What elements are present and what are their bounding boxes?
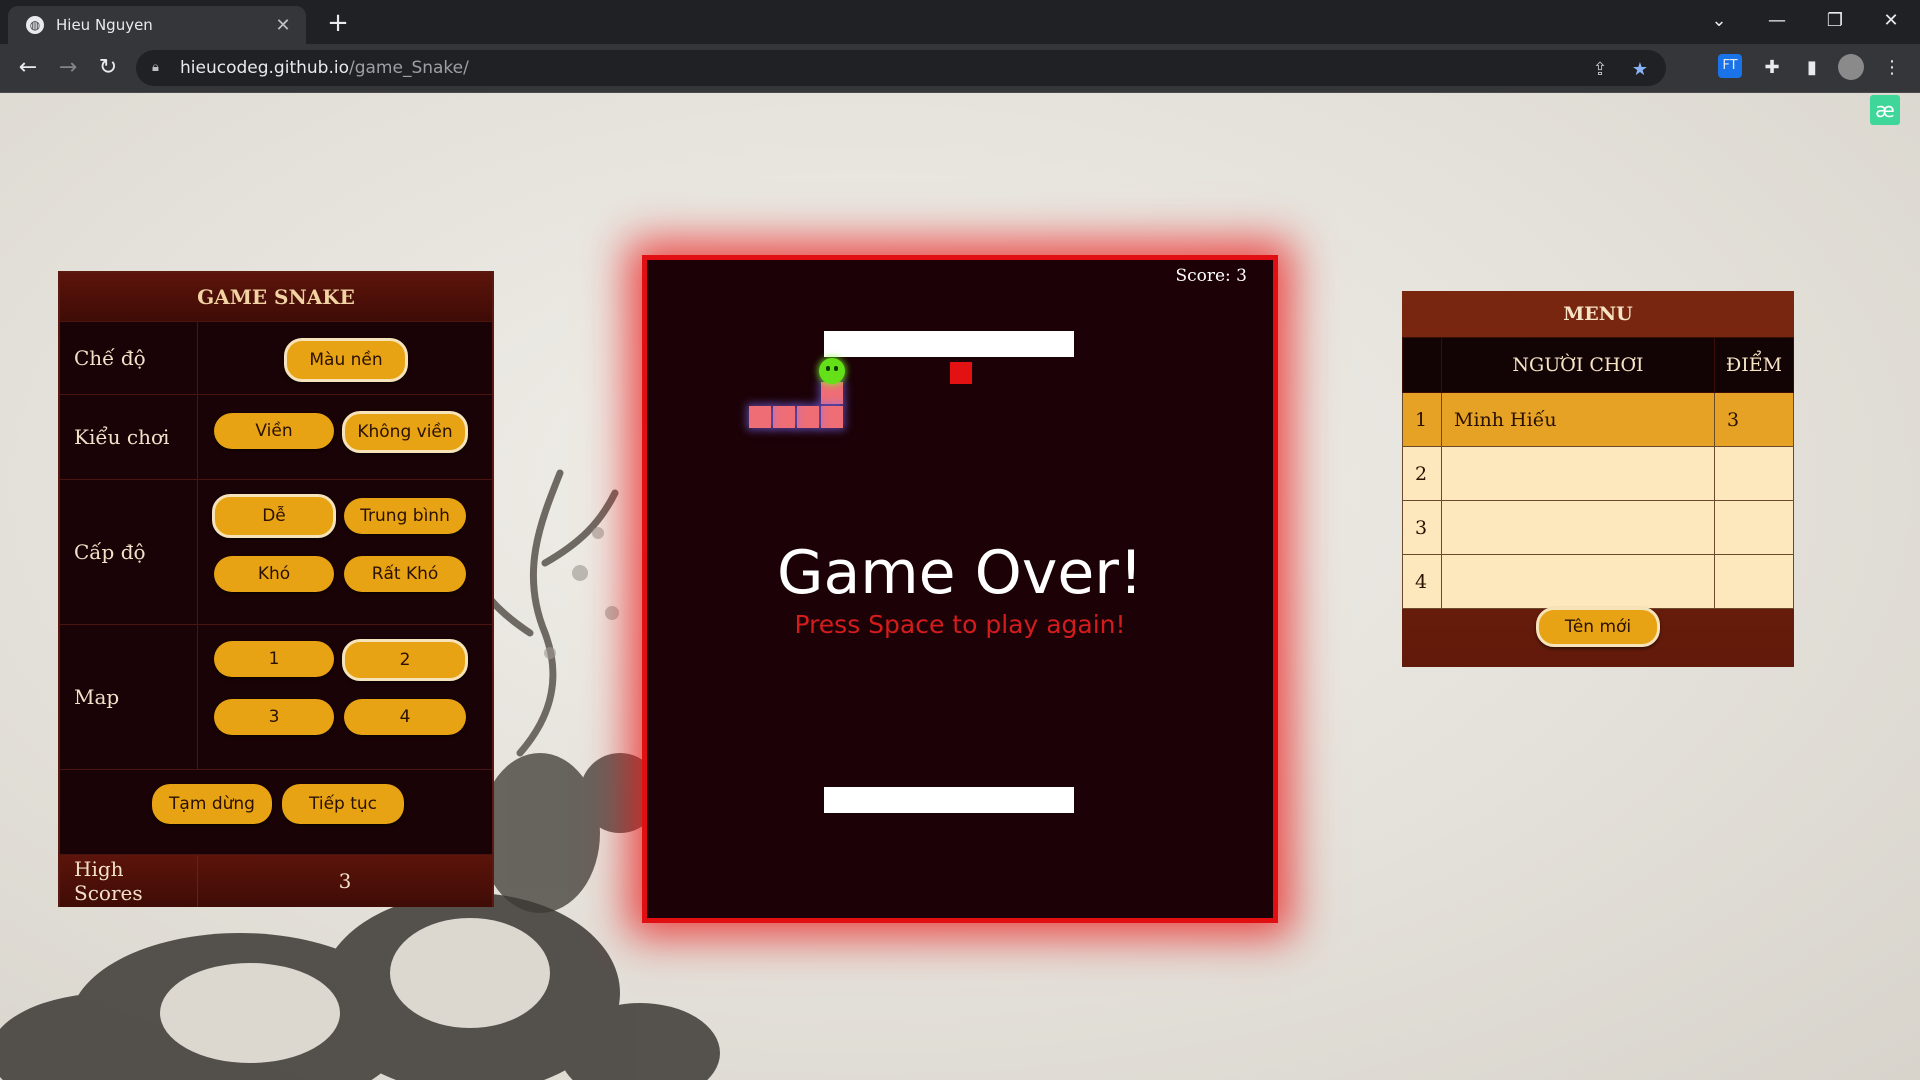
new-name-button[interactable]: Tên mới [1536, 607, 1660, 647]
level-easy-button[interactable]: Dễ [212, 494, 336, 538]
rank-cell: 2 [1402, 446, 1442, 501]
level-hard-button[interactable]: Khó [214, 556, 334, 592]
level-medium-button[interactable]: Trung bình [344, 498, 466, 534]
player-header: NGƯỜI CHƠI [1441, 337, 1715, 393]
forward-icon[interactable]: → [52, 52, 84, 84]
extension-ft-icon[interactable]: FT [1718, 54, 1742, 78]
wall-top [824, 331, 1074, 357]
score-cell [1714, 500, 1794, 555]
mode-row: Chế độ Màu nền [60, 321, 492, 394]
level-row: Cấp độ Dễ Trung bình Khó Rất Khó [60, 479, 492, 624]
url-path: /game_Snake/ [348, 58, 469, 78]
address-bar[interactable]: 🔒︎ hieucodeg.github.io /game_Snake/ ⇪ ★ [136, 50, 1666, 86]
score-cell: 3 [1714, 392, 1794, 447]
food-block [950, 362, 972, 384]
table-row: 3 [1402, 500, 1794, 555]
resume-button[interactable]: Tiếp tục [282, 784, 404, 824]
bookmark-star-icon[interactable]: ★ [1626, 56, 1654, 84]
minimize-icon[interactable]: — [1748, 0, 1806, 44]
browser-tab-bar: ◍ Hieu Nguyen ✕ + ⌄ — ❐ ✕ [0, 0, 1920, 44]
high-scores-label: High Scores [60, 855, 198, 907]
score-display: Score: 3 [1175, 266, 1247, 286]
extensions-puzzle-icon[interactable]: ✚ [1758, 54, 1786, 82]
snake-head [819, 358, 845, 384]
score-cell [1714, 446, 1794, 501]
restore-icon[interactable]: ❐ [1806, 0, 1864, 44]
snake-eye [826, 366, 830, 371]
pause-button[interactable]: Tạm dừng [152, 784, 272, 824]
back-icon[interactable]: ← [12, 52, 44, 84]
url-host: hieucodeg.github.io [180, 58, 349, 78]
snake-body-segment [797, 406, 819, 428]
snake-body-segment [749, 406, 771, 428]
panel-title: GAME SNAKE [60, 273, 492, 321]
browser-toolbar: ← → ↻ 🔒︎ hieucodeg.github.io /game_Snake… [0, 44, 1920, 93]
play-style-label: Kiểu chơi [60, 395, 198, 479]
high-scores-value: 3 [338, 869, 352, 893]
map-3-button[interactable]: 3 [214, 699, 334, 735]
table-row: 1 Minh Hiếu 3 [1402, 392, 1794, 447]
level-very-hard-button[interactable]: Rất Khó [344, 556, 466, 592]
level-label: Cấp độ [60, 480, 198, 624]
map-label: Map [60, 625, 198, 769]
rank-cell: 3 [1402, 500, 1442, 555]
rank-header [1402, 337, 1442, 393]
table-row: 4 [1402, 554, 1794, 609]
extension-ae-icon[interactable]: æ [1870, 95, 1900, 125]
lock-icon[interactable]: 🔒︎ [152, 60, 166, 76]
share-icon[interactable]: ⇪ [1586, 56, 1614, 84]
no-border-mode-button[interactable]: Không viền [342, 411, 468, 453]
snake-eye [834, 366, 838, 371]
new-tab-icon[interactable]: + [322, 8, 354, 38]
player-cell [1441, 554, 1715, 609]
more-menu-icon[interactable]: ⋮ [1878, 54, 1906, 82]
leaderboard-panel: MENU NGƯỜI CHƠI ĐIỂM 1 Minh Hiếu 3 2 3 4… [1402, 291, 1794, 667]
browser-tab[interactable]: ◍ Hieu Nguyen ✕ [8, 6, 306, 44]
play-style-row: Kiểu chơi Viền Không viền [60, 394, 492, 479]
map-1-button[interactable]: 1 [214, 641, 334, 677]
menu-title: MENU [1563, 303, 1633, 325]
tab-close-icon[interactable]: ✕ [270, 15, 296, 36]
side-panel-icon[interactable]: ▮ [1798, 54, 1826, 82]
pause-resume-row: Tạm dừng Tiếp tục [60, 769, 492, 854]
game-over-title: Game Over! [776, 538, 1144, 608]
map-2-button[interactable]: 2 [342, 639, 468, 681]
table-row: 2 [1402, 446, 1794, 501]
leaderboard-table: NGƯỜI CHƠI ĐIỂM 1 Minh Hiếu 3 2 3 4 [1402, 337, 1794, 609]
snake-body-segment [821, 382, 843, 404]
player-cell [1441, 500, 1715, 555]
wall-bottom [824, 787, 1074, 813]
page-viewport: æ GAME SNAKE Chế độ Màu nền Kiểu chơi Vi… [0, 93, 1920, 1080]
score-cell [1714, 554, 1794, 609]
mode-label: Chế độ [60, 322, 198, 394]
globe-icon: ◍ [26, 16, 44, 34]
window-close-icon[interactable]: ✕ [1862, 0, 1920, 44]
snake-body-segment [773, 406, 795, 428]
rank-cell: 4 [1402, 554, 1442, 609]
player-cell [1441, 446, 1715, 501]
profile-avatar-icon[interactable] [1838, 54, 1864, 80]
border-mode-button[interactable]: Viền [214, 413, 334, 449]
score-header: ĐIỂM [1714, 337, 1794, 393]
game-settings-panel: GAME SNAKE Chế độ Màu nền Kiểu chơi Viền… [58, 271, 494, 907]
snake-body-segment [821, 406, 843, 428]
map-row: Map 1 2 3 4 [60, 624, 492, 769]
tab-title: Hieu Nguyen [56, 16, 153, 34]
tab-search-icon[interactable]: ⌄ [1690, 0, 1748, 44]
high-scores-row: High Scores 3 [60, 854, 492, 907]
map-4-button[interactable]: 4 [344, 699, 466, 735]
reload-icon[interactable]: ↻ [92, 52, 124, 84]
game-over-subtitle: Press Space to play again! [794, 610, 1126, 639]
player-cell: Minh Hiếu [1441, 392, 1715, 447]
rank-cell: 1 [1402, 392, 1442, 447]
game-canvas[interactable]: Score: 3 Game Over! Press Space to play … [642, 255, 1278, 923]
background-color-button[interactable]: Màu nền [284, 338, 408, 382]
